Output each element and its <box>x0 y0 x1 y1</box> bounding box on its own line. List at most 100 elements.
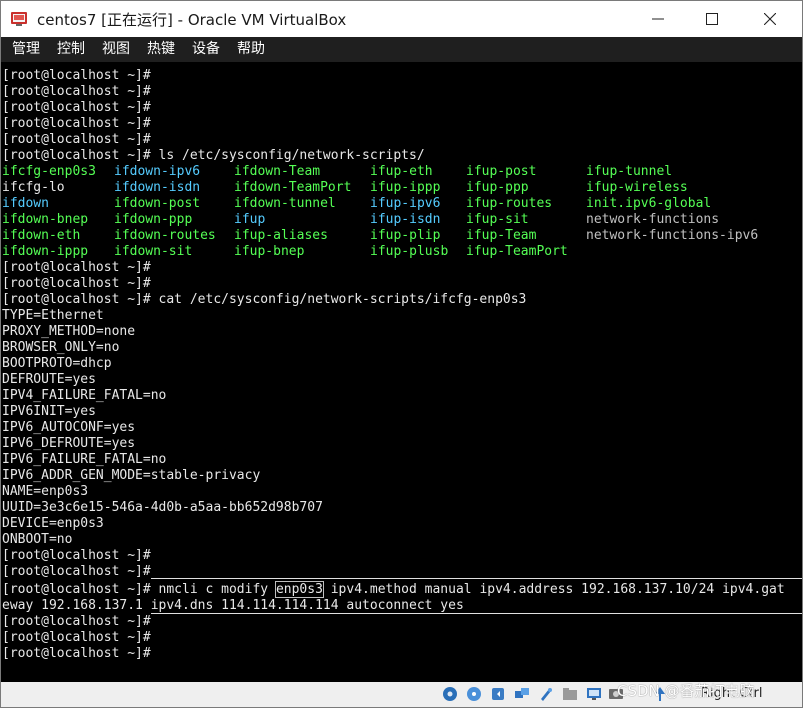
ls-output-row: ifcfg-enp0s3 ifdown-ipv6 ifdown-Team ifu… <box>2 164 672 180</box>
usb-icon[interactable] <box>537 685 555 703</box>
ls-output-row: ifcfg-lo ifdown-isdn ifdown-TeamPort ifu… <box>2 180 688 196</box>
config-line: DEVICE=enp0s3 <box>2 516 104 531</box>
file-entry: ifup-ipv6 <box>370 196 441 211</box>
file-entry: ifup-ippp <box>370 180 441 195</box>
virtualbox-app-icon <box>9 8 29 28</box>
file-entry: ifup-plip <box>370 228 441 243</box>
config-line: DEFROUTE=yes <box>2 372 96 387</box>
minimize-icon <box>652 18 664 20</box>
file-entry: network-functions-ipv6 <box>586 228 759 243</box>
file-entry: ifdown-Team <box>234 164 321 179</box>
menu-manage[interactable]: 管理 <box>12 37 40 62</box>
prompt-line: [root@localhost ~]# <box>2 132 151 147</box>
file-entry: ifup-isdn <box>370 212 441 227</box>
file-entry: ifdown-bnep <box>2 212 89 227</box>
file-entry: ifdown-tunnel <box>234 196 336 211</box>
file-entry: ifcfg-lo <box>2 180 65 195</box>
file-entry: init.ipv6-global <box>586 196 712 211</box>
display-icon[interactable] <box>585 685 603 703</box>
file-entry: ifup-wireless <box>586 180 688 195</box>
file-entry: ifdown <box>2 196 49 211</box>
audio-icon[interactable] <box>489 685 507 703</box>
close-button[interactable] <box>741 1 799 37</box>
file-entry: ifdown-ippp <box>2 244 89 259</box>
menu-hotkeys[interactable]: 热键 <box>147 37 175 62</box>
prompt-line: [root@localhost ~]# <box>2 630 151 645</box>
nmcli-command-continuation: eway 192.168.137.1 ipv4.dns 114.114.114.… <box>2 598 464 613</box>
file-entry: ifdown-sit <box>114 244 193 259</box>
network-icon[interactable] <box>513 685 531 703</box>
minimize-button[interactable] <box>629 1 687 37</box>
file-entry: ifup-sit <box>466 212 529 227</box>
prompt-line: [root@localhost ~]# <box>2 260 151 275</box>
config-line: PROXY_METHOD=none <box>2 324 136 339</box>
file-entry: ifup-ppp <box>466 180 529 195</box>
file-entry: ifup-bnep <box>234 244 305 259</box>
config-line: IPV6INIT=yes <box>2 404 96 419</box>
config-line: BROWSER_ONLY=no <box>2 340 120 355</box>
prompt-line: [root@localhost ~]# <box>2 276 151 291</box>
config-line: NAME=enp0s3 <box>2 484 89 499</box>
menu-help[interactable]: 帮助 <box>237 37 265 62</box>
prompt-line: [root@localhost ~]# <box>2 548 151 563</box>
ls-output-row: ifdown-ippp ifdown-sit ifup-bnep ifup-pl… <box>2 244 568 260</box>
vm-console[interactable]: [root@localhost ~]# [root@localhost ~]# … <box>1 62 802 682</box>
file-entry: ifup-Team <box>466 228 537 243</box>
file-entry: ifdown-TeamPort <box>234 180 352 195</box>
prompt-line: [root@localhost ~]# <box>2 614 151 629</box>
cat-command-line: [root@localhost ~]# cat /etc/sysconfig/n… <box>2 292 527 307</box>
prompt-line: [root@localhost ~]# <box>2 100 151 115</box>
maximize-button[interactable] <box>683 1 741 37</box>
config-line: UUID=3e3c6e15-546a-4d0b-a5aa-bb652d98b70… <box>2 500 323 515</box>
config-line: IPV6_DEFROUTE=yes <box>2 436 136 451</box>
file-entry: ifcfg-enp0s3 <box>2 164 96 179</box>
prompt-line: [root@localhost ~]# <box>2 84 151 99</box>
menu-devices[interactable]: 设备 <box>192 37 220 62</box>
optical-drive-icon[interactable] <box>465 685 483 703</box>
config-line: BOOTPROTO=dhcp <box>2 356 112 371</box>
ls-command-line: [root@localhost ~]# ls /etc/sysconfig/ne… <box>2 148 425 163</box>
menu-bar: 管理 控制 视图 热键 设备 帮助 <box>1 37 802 62</box>
nmcli-options: ipv4.method manual ipv4.address 192.168.… <box>322 582 785 597</box>
nmcli-command-line: [root@localhost ~]# nmcli c modify enp0s… <box>2 581 785 598</box>
ls-output-row: ifdown-bnep ifdown-ppp ifup ifup-isdn if… <box>2 212 719 228</box>
file-entry: ifdown-routes <box>114 228 216 243</box>
file-entry: ifdown-ipv6 <box>114 164 201 179</box>
file-entry: ifdown-eth <box>2 228 81 243</box>
file-entry: ifup-aliases <box>234 228 328 243</box>
config-line: IPV6_AUTOCONF=yes <box>2 420 136 435</box>
file-entry: ifup <box>234 212 266 227</box>
file-entry: ifup-TeamPort <box>466 244 568 259</box>
file-entry: ifup-eth <box>370 164 433 179</box>
config-line: IPV4_FAILURE_FATAL=no <box>2 388 167 403</box>
prompt-line: [root@localhost ~]# <box>2 564 151 579</box>
prompt-line: [root@localhost ~]# <box>2 68 151 83</box>
ls-output-row: ifdown-eth ifdown-routes ifup-aliases if… <box>2 228 758 244</box>
menu-view[interactable]: 视图 <box>102 37 130 62</box>
prompt-line: [root@localhost ~]# <box>2 116 151 131</box>
close-icon <box>764 13 776 25</box>
prompt-line: [root@localhost ~]# <box>2 646 151 661</box>
file-entry: ifdown-post <box>114 196 201 211</box>
config-line: IPV6_ADDR_GEN_MODE=stable-privacy <box>2 468 261 483</box>
config-line: ONBOOT=no <box>2 532 73 547</box>
nmcli-prefix: [root@localhost ~]# nmcli c modify <box>2 582 276 597</box>
file-entry: ifdown-isdn <box>114 180 201 195</box>
shared-folders-icon[interactable] <box>561 685 579 703</box>
window-title: centos7 [正在运行] - Oracle VM VirtualBox <box>37 11 347 29</box>
nmcli-connection-name: enp0s3 <box>274 581 324 598</box>
menu-control[interactable]: 控制 <box>57 37 85 62</box>
maximize-icon <box>706 13 718 25</box>
file-entry: ifup-tunnel <box>586 164 673 179</box>
virtualbox-window: centos7 [正在运行] - Oracle VM VirtualBox 管理… <box>0 0 803 708</box>
watermark-text: CSDN @番茄打电脑 <box>617 682 755 700</box>
title-bar: centos7 [正在运行] - Oracle VM VirtualBox <box>1 1 802 37</box>
file-entry: ifup-plusb <box>370 244 449 259</box>
file-entry: ifup-post <box>466 164 537 179</box>
hard-disk-icon[interactable] <box>441 685 459 703</box>
ls-output-row: ifdown ifdown-post ifdown-tunnel ifup-ip… <box>2 196 711 212</box>
file-entry: ifup-routes <box>466 196 553 211</box>
file-entry: ifdown-ppp <box>114 212 193 227</box>
file-entry: network-functions <box>586 212 720 227</box>
config-line: TYPE=Ethernet <box>2 308 104 323</box>
